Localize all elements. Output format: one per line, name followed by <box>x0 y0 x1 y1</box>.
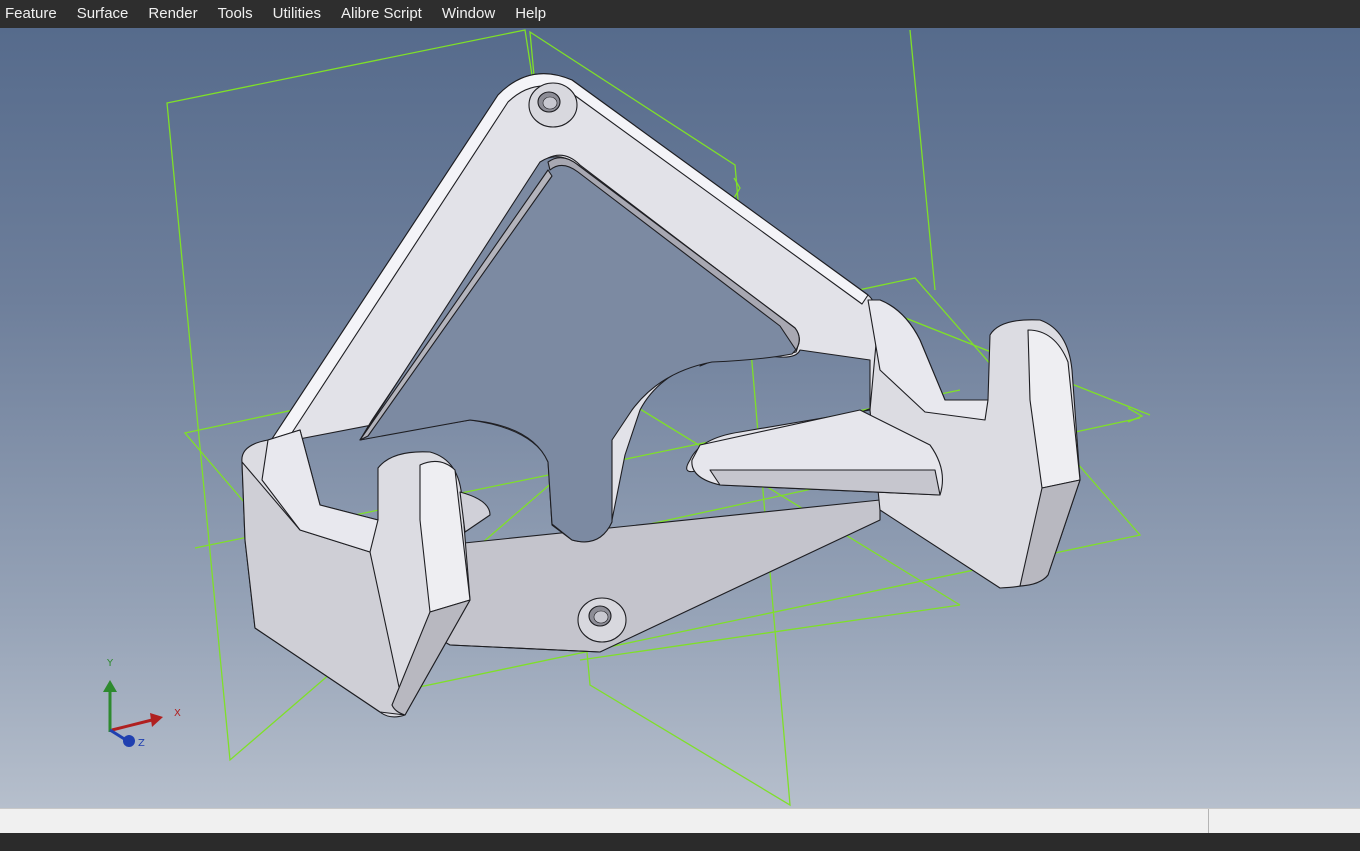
x-axis-label: X <box>174 708 181 719</box>
x-axis-arrow-head <box>150 713 163 727</box>
mounting-hole-top[interactable] <box>528 82 578 128</box>
menu-tools[interactable]: Tools <box>208 0 263 28</box>
model-canvas[interactable]: Y X Z <box>0 28 1360 808</box>
menu-bar: Feature Surface Render Tools Utilities A… <box>0 0 1360 28</box>
part-body[interactable] <box>241 73 1081 718</box>
y-axis-label: Y <box>106 658 114 669</box>
x-axis-arrow <box>111 718 153 732</box>
menu-feature[interactable]: Feature <box>0 0 67 28</box>
status-bar <box>0 808 1360 834</box>
menu-surface[interactable]: Surface <box>67 0 139 28</box>
status-divider <box>1208 809 1209 834</box>
3d-viewport[interactable]: Y X Z <box>0 28 1360 808</box>
z-axis-label: Z <box>138 738 145 749</box>
bottom-strip <box>0 833 1360 851</box>
orientation-triad[interactable]: Y X Z <box>103 658 181 749</box>
menu-render[interactable]: Render <box>138 0 207 28</box>
left-foot-bevel <box>419 460 471 613</box>
menu-alibre-script[interactable]: Alibre Script <box>331 0 432 28</box>
reference-plane-edge <box>909 29 936 291</box>
left-tab <box>459 491 491 533</box>
mounting-hole-bottom[interactable] <box>577 597 627 643</box>
z-axis-ball <box>123 735 135 747</box>
y-axis-arrow-head <box>103 680 117 692</box>
hook-arm-side <box>709 469 941 496</box>
menu-help[interactable]: Help <box>505 0 556 28</box>
menu-utilities[interactable]: Utilities <box>263 0 331 28</box>
menu-window[interactable]: Window <box>432 0 505 28</box>
